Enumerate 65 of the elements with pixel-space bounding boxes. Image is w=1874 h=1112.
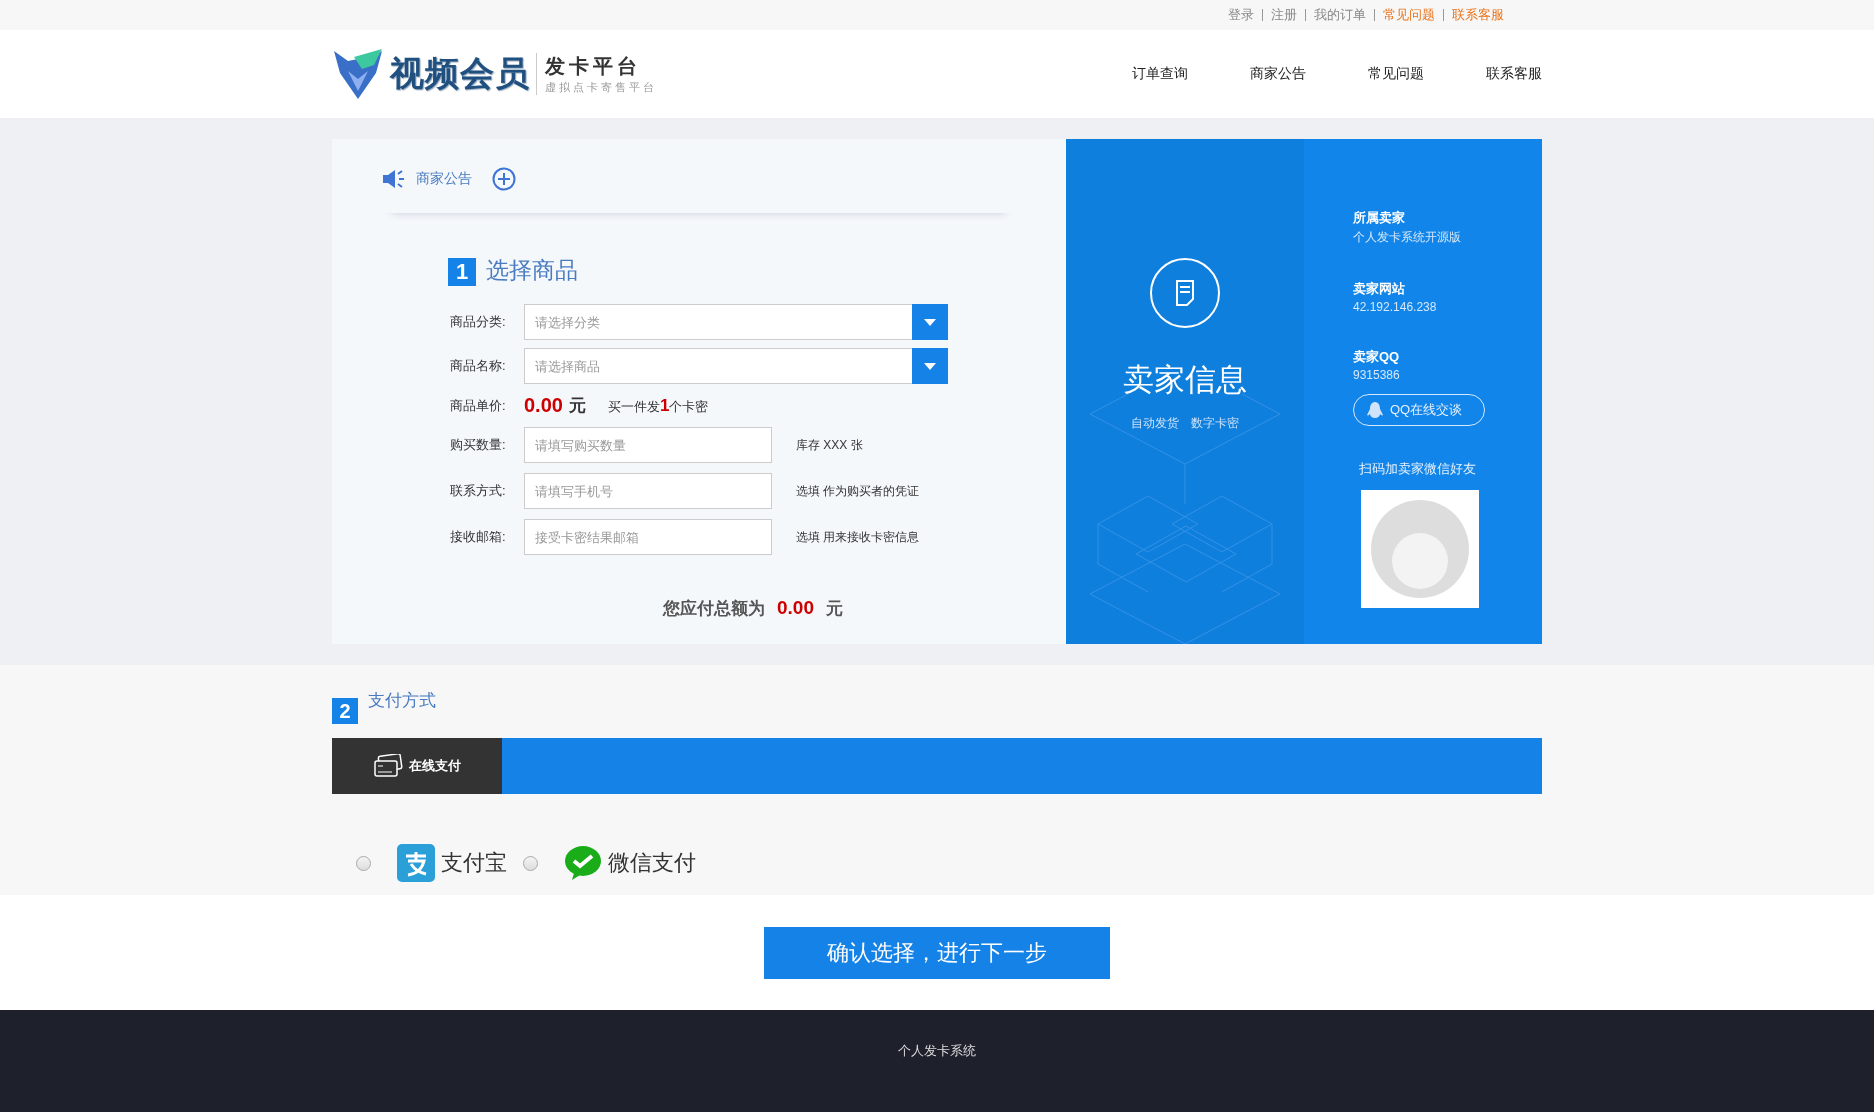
footer-text: 个人发卡系统 xyxy=(898,1042,976,1060)
confirm-button[interactable]: 确认选择，进行下一步 xyxy=(764,926,1110,979)
field-label: 接收邮箱: xyxy=(450,528,507,546)
select-field[interactable]: 请选择商品 xyxy=(524,348,912,384)
document-icon xyxy=(1149,257,1221,329)
step-number: 2 xyxy=(332,698,358,724)
price-value: 0.00 xyxy=(524,394,563,417)
payment-tab[interactable]: 在线支付 xyxy=(332,738,502,794)
payment-logo-icon xyxy=(397,844,435,882)
total-label: 您应付总额为 xyxy=(663,598,765,620)
card-count-note: 买一件发1个卡密 xyxy=(607,395,709,416)
top-link[interactable]: 登录 xyxy=(1220,9,1262,21)
feature-tag: 数字卡密 xyxy=(1191,415,1239,432)
field-label: 商品名称: xyxy=(450,357,507,375)
section-title: 选择商品 xyxy=(486,256,578,285)
input-field[interactable]: 请填写购买数量 xyxy=(524,427,772,463)
avatar-silhouette-icon xyxy=(1370,499,1470,599)
logo-subtitle: 发卡平台 xyxy=(545,54,642,79)
caret-icon xyxy=(924,362,936,370)
section-title: 支付方式 xyxy=(368,690,436,712)
card-icon xyxy=(373,754,403,778)
total-unit: 元 xyxy=(826,598,843,620)
field-hint: 选填 用来接收卡密信息 xyxy=(796,528,920,546)
dropdown-button[interactable] xyxy=(912,348,948,384)
seller-field-value: 42.192.146.238 xyxy=(1353,300,1438,314)
logo-title: 视频会员 xyxy=(390,53,530,94)
radio-button[interactable] xyxy=(523,855,538,871)
penguin-icon xyxy=(1366,401,1384,419)
dropdown-button[interactable] xyxy=(912,304,948,340)
field-label: 联系方式: xyxy=(450,482,507,500)
field-hint: 库存 XXX 张 xyxy=(796,436,863,454)
panel-title: 卖家信息 xyxy=(1123,361,1247,399)
select-field[interactable]: 请选择分类 xyxy=(524,304,912,340)
nav-link[interactable]: 订单查询 xyxy=(1132,65,1188,83)
seller-field-label: 所属卖家 xyxy=(1353,209,1406,227)
payment-method-label[interactable]: 微信支付 xyxy=(608,848,696,878)
nav-link[interactable]: 联系客服 xyxy=(1486,65,1542,83)
step-number: 1 xyxy=(448,258,476,286)
payment-method-label[interactable]: 支付宝 xyxy=(441,848,507,878)
field-label: 购买数量: xyxy=(450,436,507,454)
plus-circle-icon[interactable] xyxy=(492,167,516,191)
field-label: 商品单价: xyxy=(450,396,507,415)
top-link[interactable]: 我的订单 xyxy=(1305,9,1374,21)
fox-logo-icon xyxy=(332,47,384,101)
chat-bubble-icon xyxy=(564,845,602,881)
seller-field-label: 卖家QQ xyxy=(1353,348,1401,366)
logo-tagline: 虚拟点卡寄售平台 xyxy=(545,80,657,95)
seller-field-label: 卖家网站 xyxy=(1353,280,1406,298)
input-field[interactable]: 接受卡密结果邮箱 xyxy=(524,519,772,555)
feature-tag: 自动发货 xyxy=(1131,415,1179,432)
top-link[interactable]: 注册 xyxy=(1262,9,1305,21)
price-unit: 元 xyxy=(568,395,586,417)
input-field[interactable]: 请填写手机号 xyxy=(524,473,772,509)
notice-label: 商家公告 xyxy=(416,170,472,188)
field-label: 商品分类: xyxy=(450,313,507,331)
total-value: 0.00 xyxy=(777,597,814,619)
nav-link[interactable]: 常见问题 xyxy=(1368,65,1424,83)
seller-field-value: 个人发卡系统开源版 xyxy=(1353,229,1462,246)
field-hint: 选填 作为购买者的凭证 xyxy=(796,482,920,500)
speaker-icon xyxy=(382,169,406,189)
radio-button[interactable] xyxy=(356,855,371,871)
seller-field-value: 9315386 xyxy=(1353,368,1401,382)
caret-icon xyxy=(924,318,936,326)
nav-link[interactable]: 商家公告 xyxy=(1250,65,1306,83)
qr-caption: 扫码加卖家微信好友 xyxy=(1359,460,1477,478)
